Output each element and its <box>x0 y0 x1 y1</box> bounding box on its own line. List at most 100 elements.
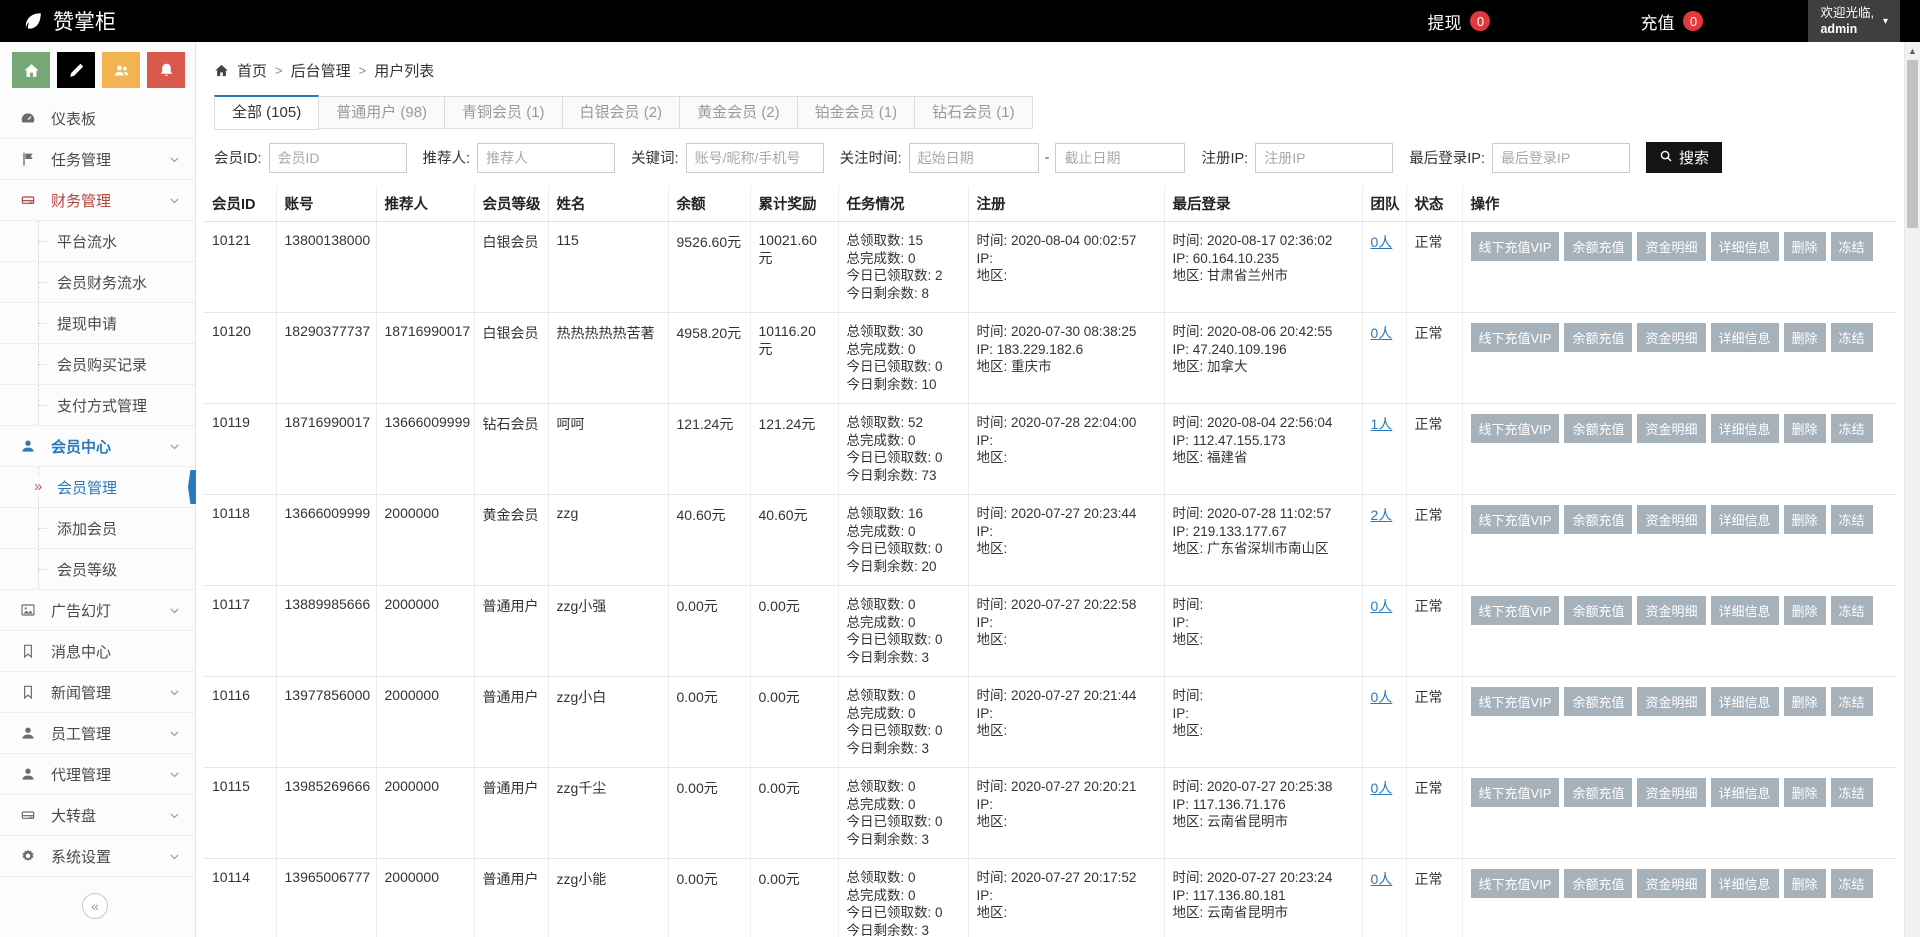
delete-button[interactable]: 删除 <box>1784 869 1826 898</box>
detail-info-button[interactable]: 详细信息 <box>1711 869 1779 898</box>
sidebar-subitem-member-management[interactable]: »会员管理 <box>0 467 195 508</box>
fund-details-button[interactable]: 资金明细 <box>1637 323 1705 352</box>
sidebar-item-system-settings[interactable]: 系统设置 <box>0 836 195 877</box>
balance-recharge-button[interactable]: 余额充值 <box>1564 505 1632 534</box>
tab-all[interactable]: 全部 (105) <box>214 95 319 130</box>
team-count-link[interactable]: 0人 <box>1371 234 1393 250</box>
balance-recharge-button[interactable]: 余额充值 <box>1564 232 1632 261</box>
sidebar-item-dashboard[interactable]: 仪表板 <box>0 98 195 139</box>
offline-recharge-vip-button[interactable]: 线下充值VIP <box>1471 687 1560 716</box>
recharge-action[interactable]: 充值 0 <box>1640 9 1703 34</box>
delete-button[interactable]: 删除 <box>1784 505 1826 534</box>
offline-recharge-vip-button[interactable]: 线下充值VIP <box>1471 323 1560 352</box>
detail-info-button[interactable]: 详细信息 <box>1711 596 1779 625</box>
sidebar-subitem-withdraw-apply[interactable]: 提现申请 <box>0 303 195 344</box>
bell-quick-button[interactable] <box>147 52 185 88</box>
sidebar-collapse-button[interactable]: « <box>82 893 108 919</box>
sidebar-subitem-member-finance-flow[interactable]: 会员财务流水 <box>0 262 195 303</box>
offline-recharge-vip-button[interactable]: 线下充值VIP <box>1471 414 1560 443</box>
detail-info-button[interactable]: 详细信息 <box>1711 232 1779 261</box>
scrollbar-thumb[interactable] <box>1907 60 1918 228</box>
freeze-button[interactable]: 冻结 <box>1831 596 1873 625</box>
tab-bronze-member[interactable]: 青铜会员 (1) <box>445 96 563 129</box>
keyword-input[interactable] <box>686 143 824 173</box>
detail-info-button[interactable]: 详细信息 <box>1711 778 1779 807</box>
freeze-button[interactable]: 冻结 <box>1831 505 1873 534</box>
tab-gold-member[interactable]: 黄金会员 (2) <box>680 96 798 129</box>
referrer-input[interactable] <box>477 143 615 173</box>
sidebar-item-message-center[interactable]: 消息中心 <box>0 631 195 672</box>
offline-recharge-vip-button[interactable]: 线下充值VIP <box>1471 505 1560 534</box>
fund-details-button[interactable]: 资金明细 <box>1637 687 1705 716</box>
withdraw-action[interactable]: 提现 0 <box>1427 9 1490 34</box>
users-quick-button[interactable] <box>102 52 140 88</box>
delete-button[interactable]: 删除 <box>1784 687 1826 716</box>
register-ip-input[interactable] <box>1255 143 1393 173</box>
offline-recharge-vip-button[interactable]: 线下充值VIP <box>1471 869 1560 898</box>
team-count-link[interactable]: 2人 <box>1371 507 1393 523</box>
detail-info-button[interactable]: 详细信息 <box>1711 323 1779 352</box>
freeze-button[interactable]: 冻结 <box>1831 687 1873 716</box>
member-id-input[interactable] <box>269 143 407 173</box>
sidebar-subitem-payment-method-management[interactable]: 支付方式管理 <box>0 385 195 426</box>
sidebar-item-finance-management[interactable]: 财务管理 <box>0 180 195 221</box>
sidebar-subitem-member-level[interactable]: 会员等级 <box>0 549 195 590</box>
team-count-link[interactable]: 1人 <box>1371 416 1393 432</box>
fund-details-button[interactable]: 资金明细 <box>1637 596 1705 625</box>
freeze-button[interactable]: 冻结 <box>1831 323 1873 352</box>
tab-silver-member[interactable]: 白银会员 (2) <box>563 96 681 129</box>
freeze-button[interactable]: 冻结 <box>1831 869 1873 898</box>
sidebar-subitem-add-member[interactable]: 添加会员 <box>0 508 195 549</box>
fund-details-button[interactable]: 资金明细 <box>1637 414 1705 443</box>
vertical-scrollbar[interactable]: ▲ <box>1904 42 1920 937</box>
scrollbar-up-arrow[interactable]: ▲ <box>1905 42 1920 59</box>
sidebar-item-big-wheel[interactable]: 大转盘 <box>0 795 195 836</box>
balance-recharge-button[interactable]: 余额充值 <box>1564 778 1632 807</box>
balance-recharge-button[interactable]: 余额充值 <box>1564 414 1632 443</box>
team-count-link[interactable]: 0人 <box>1371 689 1393 705</box>
fund-details-button[interactable]: 资金明细 <box>1637 232 1705 261</box>
delete-button[interactable]: 删除 <box>1784 414 1826 443</box>
balance-recharge-button[interactable]: 余额充值 <box>1564 869 1632 898</box>
follow-time-start-input[interactable] <box>909 143 1039 173</box>
sidebar-item-task-management[interactable]: 任务管理 <box>0 139 195 180</box>
delete-button[interactable]: 删除 <box>1784 323 1826 352</box>
freeze-button[interactable]: 冻结 <box>1831 778 1873 807</box>
team-count-link[interactable]: 0人 <box>1371 325 1393 341</box>
sidebar-item-news-management[interactable]: 新闻管理 <box>0 672 195 713</box>
sidebar-subitem-platform-flow[interactable]: 平台流水 <box>0 221 195 262</box>
delete-button[interactable]: 删除 <box>1784 596 1826 625</box>
tab-diamond-member[interactable]: 钻石会员 (1) <box>915 96 1033 129</box>
sidebar-item-ad-slides[interactable]: 广告幻灯 <box>0 590 195 631</box>
follow-time-end-input[interactable] <box>1055 143 1185 173</box>
detail-info-button[interactable]: 详细信息 <box>1711 505 1779 534</box>
search-button[interactable]: 搜索 <box>1646 142 1722 173</box>
home-quick-button[interactable] <box>12 52 50 88</box>
sidebar-item-member-center[interactable]: 会员中心 <box>0 426 195 467</box>
team-count-link[interactable]: 0人 <box>1371 871 1393 887</box>
tab-platinum-member[interactable]: 铂金会员 (1) <box>798 96 916 129</box>
detail-info-button[interactable]: 详细信息 <box>1711 687 1779 716</box>
offline-recharge-vip-button[interactable]: 线下充值VIP <box>1471 778 1560 807</box>
sidebar-item-agent-management[interactable]: 代理管理 <box>0 754 195 795</box>
sidebar-subitem-member-purchase-records[interactable]: 会员购买记录 <box>0 344 195 385</box>
balance-recharge-button[interactable]: 余额充值 <box>1564 323 1632 352</box>
delete-button[interactable]: 删除 <box>1784 778 1826 807</box>
offline-recharge-vip-button[interactable]: 线下充值VIP <box>1471 596 1560 625</box>
fund-details-button[interactable]: 资金明细 <box>1637 505 1705 534</box>
freeze-button[interactable]: 冻结 <box>1831 414 1873 443</box>
breadcrumb-admin[interactable]: 后台管理 <box>291 60 351 81</box>
team-count-link[interactable]: 0人 <box>1371 780 1393 796</box>
tab-normal-user[interactable]: 普通用户 (98) <box>319 96 445 129</box>
delete-button[interactable]: 删除 <box>1784 232 1826 261</box>
balance-recharge-button[interactable]: 余额充值 <box>1564 596 1632 625</box>
offline-recharge-vip-button[interactable]: 线下充值VIP <box>1471 232 1560 261</box>
user-menu[interactable]: 欢迎光临, admin ▾ <box>1808 0 1900 42</box>
fund-details-button[interactable]: 资金明细 <box>1637 869 1705 898</box>
detail-info-button[interactable]: 详细信息 <box>1711 414 1779 443</box>
last-login-ip-input[interactable] <box>1492 143 1630 173</box>
balance-recharge-button[interactable]: 余额充值 <box>1564 687 1632 716</box>
breadcrumb-home[interactable]: 首页 <box>237 60 267 81</box>
freeze-button[interactable]: 冻结 <box>1831 232 1873 261</box>
pencil-quick-button[interactable] <box>57 52 95 88</box>
